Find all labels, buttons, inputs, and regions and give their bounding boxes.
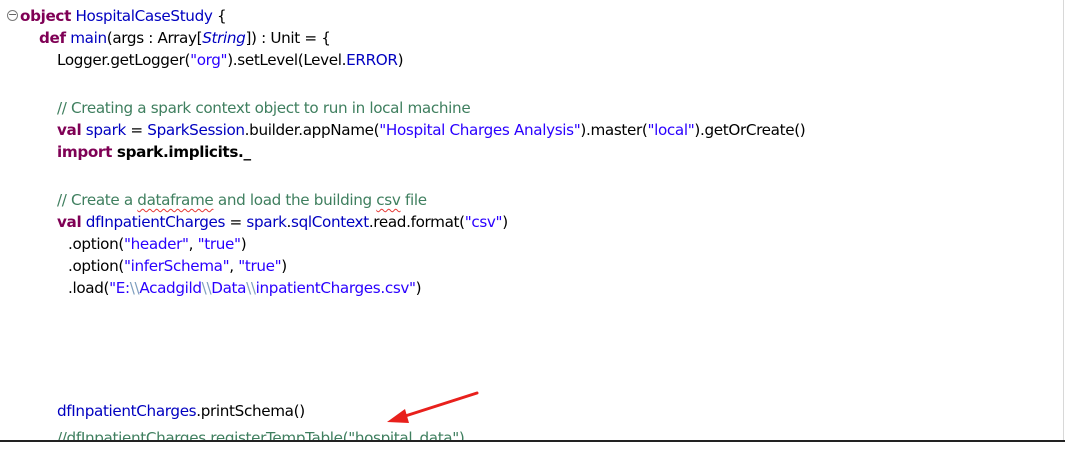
string-literal: "E: <box>109 279 130 297</box>
constant: ERROR <box>346 51 398 69</box>
code-text: ) <box>240 235 247 253</box>
string-escape: \\ <box>246 279 256 297</box>
code-line-5: val spark = SparkSession.builder.appName… <box>57 119 806 141</box>
comment: //dfInpatientCharges.registerTempTable("… <box>57 429 465 440</box>
string-literal: Acadgild <box>139 279 202 297</box>
code-text: .option( <box>68 257 124 275</box>
comment: file <box>400 191 427 209</box>
code-text: .printSchema() <box>196 402 305 420</box>
keyword: object <box>20 7 71 25</box>
keyword: val <box>57 213 82 231</box>
code-line-3: Logger.getLogger("org").setLevel(Level.E… <box>57 49 404 71</box>
code-line-4: // Creating a spark context object to ru… <box>57 97 471 119</box>
string-literal: "inferSchema" <box>123 257 230 275</box>
field-name: sqlContext <box>291 213 369 231</box>
comment: and load the building <box>213 191 377 209</box>
code-text: ) <box>502 213 508 231</box>
code-line-2: def main(args : Array[String]) : Unit = … <box>39 27 331 49</box>
code-line-1: object HospitalCaseStudy { <box>20 5 227 27</box>
keyword: import <box>57 143 112 161</box>
code-text: ) <box>415 279 422 297</box>
string-literal: "header" <box>123 235 189 253</box>
string-literal: "true" <box>197 235 241 253</box>
editor-right-border <box>1063 0 1064 441</box>
code-text: ) <box>281 257 287 275</box>
code-line-11: .load("E:\\Acadgild\\Data\\inpatientChar… <box>68 277 422 299</box>
red-arrow-icon <box>387 391 479 423</box>
string-literal: "Hospital Charges Analysis" <box>379 121 581 139</box>
comment-misspelled: dataframe <box>137 191 214 209</box>
string-literal: "true" <box>238 257 282 275</box>
code-text: , <box>188 235 198 253</box>
string-literal: "org" <box>190 51 228 69</box>
code-text: Logger.getLogger( <box>57 51 191 69</box>
collapse-minus-icon[interactable]: − <box>7 9 18 21</box>
code-line-10: .option("inferSchema", "true") <box>68 255 287 277</box>
code-editor[interactable]: − object HospitalCaseStudy { def main(ar… <box>0 0 1063 440</box>
code-text: { <box>212 7 227 25</box>
code-text: .builder.appName( <box>244 121 380 139</box>
code-text: ]) : Unit = { <box>245 29 331 47</box>
code-text: = <box>225 213 247 231</box>
string-literal: inpatientCharges.csv" <box>255 279 416 297</box>
code-text: = <box>125 121 148 139</box>
object-name: HospitalCaseStudy <box>75 7 213 25</box>
comment: // Create a <box>57 191 138 209</box>
string-escape: \\ <box>129 279 140 297</box>
code-line-8: val dfInpatientCharges = spark.sqlContex… <box>57 211 508 233</box>
variable-name: dfInpatientCharges <box>57 402 197 420</box>
code-line-6: import spark.implicits._ <box>57 141 251 163</box>
code-line-12: dfInpatientCharges.printSchema() <box>57 400 305 422</box>
code-text: (args : Array[ <box>106 29 203 47</box>
code-text: spark.implicits._ <box>112 143 251 161</box>
code-text: ).master( <box>580 121 648 139</box>
variable-name: spark <box>246 213 287 231</box>
class-name: SparkSession <box>147 121 245 139</box>
code-text: ) <box>397 51 404 69</box>
comment: // Creating a spark context object to ru… <box>57 99 471 117</box>
code-text: , <box>229 257 239 275</box>
method-name: main <box>70 29 107 47</box>
code-text: .option( <box>68 235 124 253</box>
type-name: String <box>202 29 246 47</box>
keyword: val <box>57 121 82 139</box>
variable-name: spark <box>85 121 127 139</box>
variable-name: dfInpatientCharges <box>85 213 226 231</box>
code-line-7: // Create a dataframe and load the build… <box>57 189 427 211</box>
editor-bottom-border <box>0 440 1065 442</box>
code-text: ).getOrCreate() <box>694 121 806 139</box>
code-text: .read.format( <box>368 213 465 231</box>
code-line-9: .option("header", "true") <box>68 233 247 255</box>
keyword: def <box>39 29 66 47</box>
string-escape: \\ <box>201 279 212 297</box>
comment-misspelled: csv <box>376 191 401 209</box>
string-literal: "csv" <box>464 213 503 231</box>
code-text: .load( <box>68 279 110 297</box>
code-text: ).setLevel(Level. <box>227 51 347 69</box>
string-literal: "local" <box>647 121 695 139</box>
string-literal: Data <box>211 279 247 297</box>
